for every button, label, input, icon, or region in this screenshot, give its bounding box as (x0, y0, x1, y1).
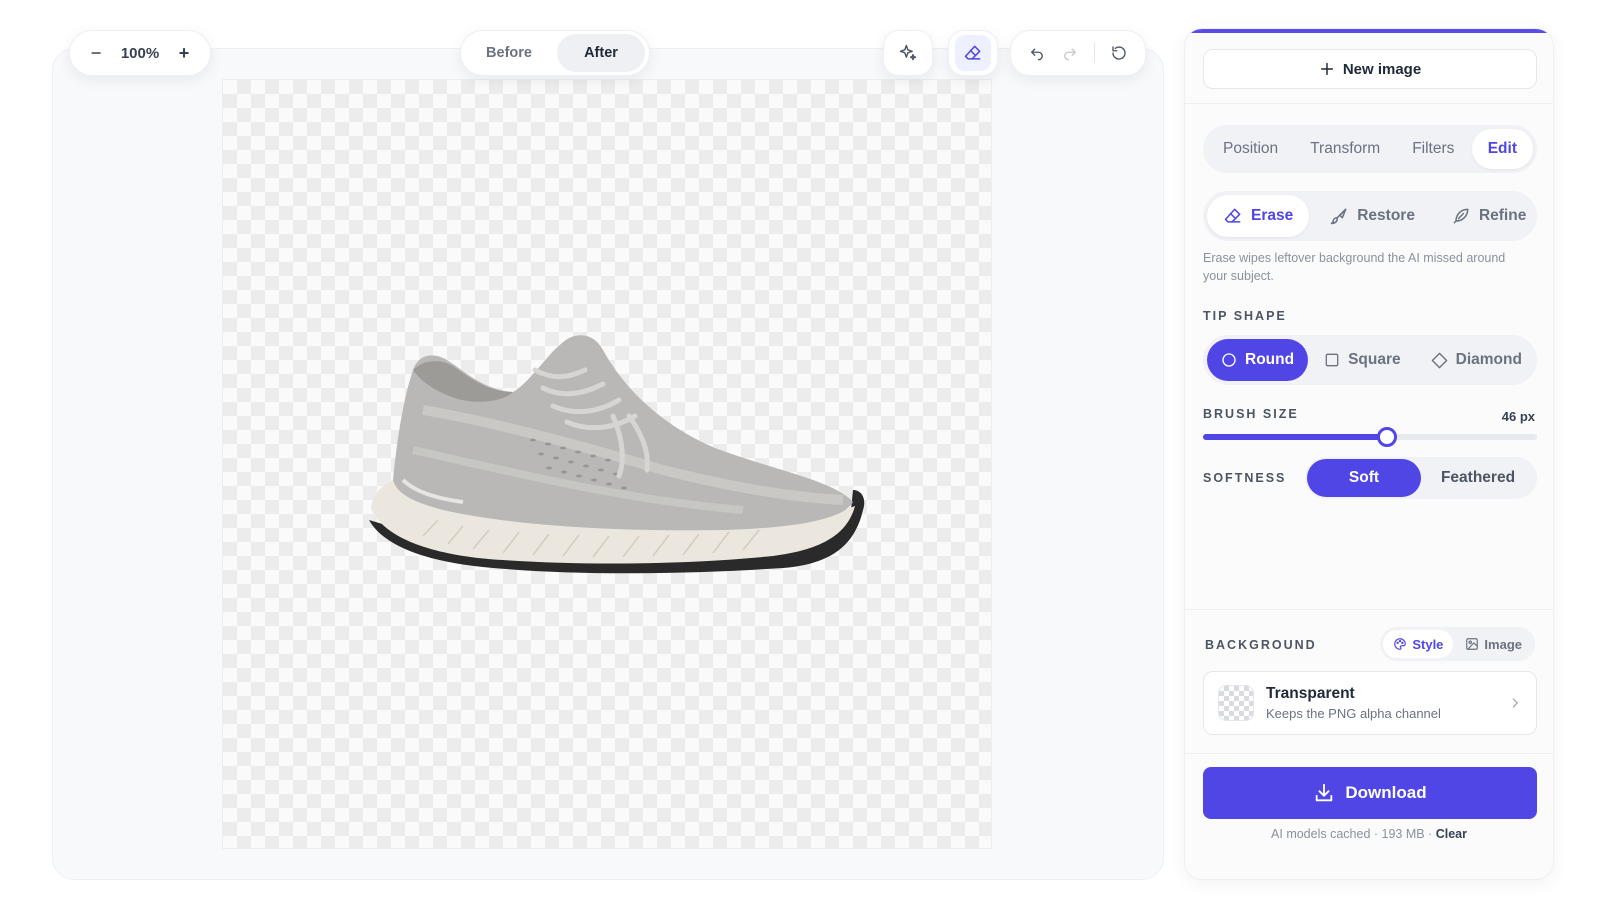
softness-feathered-button[interactable]: Feathered (1421, 459, 1535, 497)
panel-accent-bar (1185, 29, 1553, 33)
reset-icon[interactable] (1110, 44, 1128, 62)
background-subtitle: Keeps the PNG alpha channel (1266, 706, 1441, 721)
zoom-level: 100% (120, 44, 160, 62)
transparent-swatch (1218, 685, 1254, 721)
magic-button[interactable] (883, 30, 933, 76)
square-icon (1325, 353, 1339, 367)
plus-icon (1320, 62, 1333, 76)
tab-filters[interactable]: Filters (1396, 129, 1470, 169)
cache-status: AI models cached · 193 MB · Clear (1185, 827, 1553, 841)
new-image-label: New image (1342, 60, 1422, 78)
tool-hint: Erase wipes leftover background the AI m… (1203, 251, 1506, 283)
circle-icon (1222, 353, 1236, 367)
sparkles-icon (899, 44, 917, 61)
panel-divider (1185, 103, 1553, 104)
history-controls (1010, 30, 1146, 76)
product-image (369, 335, 865, 574)
erase-tool-button[interactable]: Erase (1207, 195, 1310, 237)
palette-icon (1394, 638, 1407, 650)
tip-shape-label: TIP SHAPE (1203, 309, 1287, 323)
clear-cache-link[interactable]: Clear (1436, 827, 1467, 841)
panel-tabs: Position Transform Filters Edit (1203, 125, 1537, 173)
eraser-icon (1224, 208, 1241, 223)
zoom-control: − 100% + (69, 30, 211, 76)
tip-diamond-label: Diamond (1455, 351, 1522, 368)
panel-divider (1185, 609, 1553, 610)
brush-size-label: BRUSH SIZE (1203, 407, 1299, 421)
background-text: Transparent Keeps the PNG alpha channel (1266, 685, 1496, 721)
softness-soft-button[interactable]: Soft (1307, 459, 1421, 497)
tip-square-label: Square (1348, 351, 1401, 368)
background-mode-toggle: Style Image (1380, 627, 1535, 661)
eraser-tool-button[interactable] (948, 30, 998, 76)
redo-icon[interactable] (1061, 44, 1079, 62)
new-image-button[interactable]: New image (1203, 49, 1537, 89)
refine-tool-button[interactable]: Refine (1435, 195, 1542, 237)
restore-tool-button[interactable]: Restore (1313, 195, 1431, 237)
tip-shape-options: Round Square Diamond (1203, 335, 1537, 385)
brush-size-thumb[interactable] (1376, 427, 1397, 447)
tip-diamond-button[interactable]: Diamond (1417, 339, 1536, 381)
before-after-toggle: Before After (460, 30, 650, 76)
edit-panel: New image Position Transform Filters Edi… (1184, 28, 1554, 880)
restore-tool-label: Restore (1357, 207, 1415, 224)
erase-tool-label: Erase (1251, 207, 1294, 224)
softness-label: SOFTNESS (1203, 471, 1287, 485)
diamond-icon (1431, 352, 1447, 368)
download-icon (1316, 783, 1333, 802)
background-title: Transparent (1266, 685, 1355, 702)
tab-edit[interactable]: Edit (1471, 129, 1533, 169)
cache-status-text: AI models cached · 193 MB · (1271, 827, 1436, 841)
background-select[interactable]: Transparent Keeps the PNG alpha channel (1203, 671, 1537, 735)
softness-options: Soft Feathered (1305, 457, 1537, 499)
tip-round-label: Round (1245, 351, 1295, 368)
refine-tool-label: Refine (1478, 207, 1527, 224)
feather-icon (1453, 208, 1469, 224)
brush-size-fill (1203, 434, 1387, 440)
before-button[interactable]: Before (465, 34, 553, 72)
tab-position[interactable]: Position (1207, 129, 1294, 169)
download-button[interactable]: Download (1203, 767, 1537, 819)
eraser-tool-highlight (955, 35, 991, 71)
tab-transform[interactable]: Transform (1294, 129, 1396, 169)
brush-size-value: 46 px (1501, 409, 1535, 424)
undo-icon[interactable] (1028, 44, 1046, 62)
tip-square-button[interactable]: Square (1310, 339, 1415, 381)
history-divider (1093, 43, 1095, 63)
eraser-icon (964, 45, 981, 60)
zoom-in-button[interactable]: + (174, 43, 194, 64)
brush-size-slider[interactable] (1203, 427, 1537, 447)
tip-round-button[interactable]: Round (1207, 339, 1309, 381)
after-button[interactable]: After (557, 34, 645, 72)
background-style-button[interactable]: Style (1383, 630, 1454, 658)
background-image-label: Image (1484, 636, 1522, 652)
edit-tools: Erase Restore Refine (1203, 191, 1537, 241)
zoom-out-button[interactable]: − (86, 43, 106, 64)
background-label: BACKGROUND (1205, 638, 1317, 652)
background-image-button[interactable]: Image (1455, 630, 1532, 658)
image-icon (1466, 638, 1479, 650)
brush-icon (1330, 208, 1347, 225)
download-label: Download (1345, 783, 1427, 802)
panel-divider (1185, 753, 1553, 754)
image-canvas[interactable] (222, 79, 992, 849)
background-style-label: Style (1412, 636, 1444, 652)
chevron-right-icon (1512, 698, 1519, 708)
